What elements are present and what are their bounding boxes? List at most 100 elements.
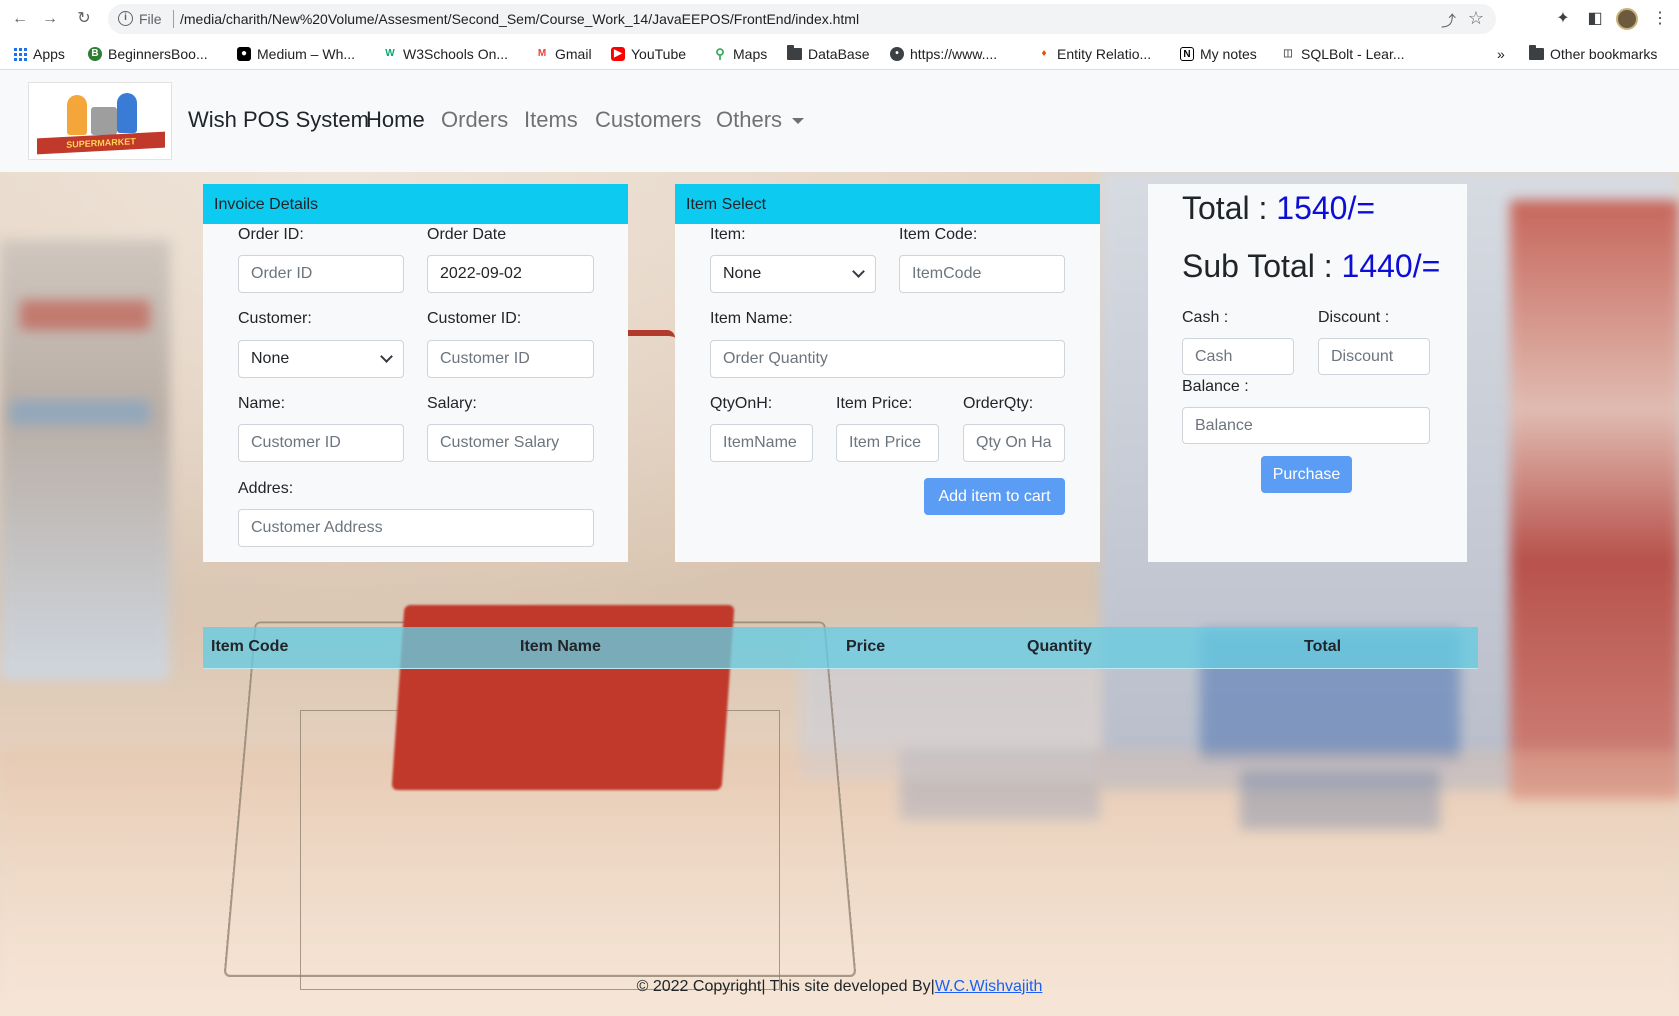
author-link[interactable]: W.C.Wishvajith: [935, 978, 1043, 995]
bookmark-w3schools[interactable]: W W3Schools On...: [383, 44, 508, 64]
globe-icon: •: [890, 47, 904, 61]
bookmark-label: Medium – Wh...: [257, 46, 356, 62]
share-icon[interactable]: ⤴: [1441, 10, 1456, 31]
bookmark-medium[interactable]: ● Medium – Wh...: [237, 44, 355, 64]
column-quantity: Quantity: [1027, 638, 1092, 655]
invoice-details-header: Invoice Details: [203, 184, 628, 224]
menu-kebab-icon[interactable]: ⋮: [1650, 9, 1670, 29]
nav-orders[interactable]: Orders: [441, 107, 508, 133]
gmail-icon: M: [537, 48, 547, 59]
discount-input[interactable]: [1318, 338, 1430, 375]
bookmark-star-icon[interactable]: ☆: [1468, 8, 1484, 29]
brand-name[interactable]: Wish POS System: [188, 107, 369, 133]
discount-label: Discount :: [1318, 309, 1390, 326]
item-select-value: None: [723, 265, 762, 282]
order-qty-input[interactable]: [963, 424, 1065, 462]
item-name-input[interactable]: [710, 340, 1065, 378]
caret-down-icon: [792, 118, 805, 125]
item-label: Item:: [710, 226, 746, 243]
bookmarks-bar: Apps B BeginnersBoo... ● Medium – Wh... …: [0, 38, 1679, 70]
order-date-input[interactable]: [427, 255, 594, 293]
bookmark-https[interactable]: • https://www....: [890, 44, 997, 64]
bookmark-label: Apps: [33, 46, 65, 62]
name-label: Name:: [238, 395, 286, 412]
cash-input[interactable]: [1182, 338, 1294, 375]
summary-card: Total : 1540/= Sub Total : 1440/= Cash :…: [1148, 184, 1467, 562]
bookmark-label: W3Schools On...: [403, 46, 509, 62]
order-id-input[interactable]: [238, 255, 404, 293]
customer-select[interactable]: None: [238, 340, 404, 378]
sub-total-label: Sub Total :: [1182, 248, 1333, 284]
customer-label: Customer:: [238, 310, 312, 327]
customer-address-input[interactable]: [238, 509, 594, 547]
total-label: Total :: [1182, 190, 1268, 226]
customer-salary-input[interactable]: [427, 424, 594, 462]
bookmark-label: Other bookmarks: [1550, 46, 1658, 62]
bookmark-label: DataBase: [808, 46, 870, 62]
bookmark-youtube[interactable]: ▶ YouTube: [611, 44, 686, 64]
address-label: Addres:: [238, 480, 294, 497]
back-icon[interactable]: ←: [10, 9, 30, 29]
bookmark-label: https://www....: [910, 46, 998, 62]
address-bar[interactable]: i File /media/charith/New%20Volume/Asses…: [108, 4, 1496, 34]
item-select-card: Item Select Item: None Item Code: Item N…: [675, 184, 1100, 562]
extensions-icon[interactable]: ✦: [1553, 9, 1573, 29]
bookmark-apps[interactable]: Apps: [14, 44, 65, 64]
item-select[interactable]: None: [710, 255, 876, 293]
column-item-name: Item Name: [520, 638, 601, 655]
bookmarks-overflow[interactable]: »: [1497, 44, 1505, 64]
bookmark-database[interactable]: DataBase: [787, 44, 869, 64]
bookmark-label: Entity Relatio...: [1057, 46, 1152, 62]
bookmark-beginnersbook[interactable]: B BeginnersBoo...: [88, 44, 208, 64]
qty-on-hand-label: QtyOnH:: [710, 395, 773, 412]
nav-others-dropdown[interactable]: Others: [716, 107, 805, 133]
customer-id-input[interactable]: [427, 340, 594, 378]
item-price-input[interactable]: [836, 424, 939, 462]
w3schools-icon: W: [385, 48, 395, 59]
bookmark-gmail[interactable]: M Gmail: [535, 44, 592, 64]
site-info-icon[interactable]: i: [118, 11, 133, 26]
nav-items[interactable]: Items: [524, 107, 578, 133]
cart-table-header: Item Code Item Name Price Quantity Total: [203, 627, 1478, 669]
other-bookmarks[interactable]: Other bookmarks: [1529, 44, 1657, 64]
logo-banner: SUPERMARKET: [37, 131, 165, 155]
supermarket-logo[interactable]: SUPERMARKET: [28, 82, 172, 160]
item-select-header: Item Select: [675, 184, 1100, 224]
sub-total-line: Sub Total : 1440/=: [1182, 248, 1440, 285]
bookmark-sqlbolt[interactable]: ◫ SQLBolt - Lear...: [1281, 44, 1404, 64]
column-price: Price: [846, 638, 886, 655]
url-separator: [173, 10, 174, 28]
qty-on-hand-input[interactable]: [710, 424, 813, 462]
nav-customers[interactable]: Customers: [595, 107, 701, 133]
url-text[interactable]: /media/charith/New%20Volume/Assesment/Se…: [180, 11, 859, 27]
bookmark-label: BeginnersBoo...: [108, 46, 208, 62]
invoice-details-card: Invoice Details Order ID: Order Date Cus…: [203, 184, 628, 562]
order-id-label: Order ID:: [238, 226, 304, 243]
balance-input[interactable]: [1182, 407, 1430, 444]
bookmark-notes[interactable]: N My notes: [1180, 44, 1257, 64]
reload-icon[interactable]: ↻: [74, 9, 94, 29]
purchase-button[interactable]: Purchase: [1261, 456, 1352, 493]
item-code-input[interactable]: [899, 255, 1065, 293]
bookmark-label: My notes: [1200, 46, 1257, 62]
total-amount: 1540/=: [1276, 190, 1376, 226]
order-date-label: Order Date: [427, 226, 507, 243]
bookmark-entity[interactable]: ♦ Entity Relatio...: [1037, 44, 1151, 64]
database-icon: ◫: [1283, 48, 1293, 59]
item-code-label: Item Code:: [899, 226, 978, 243]
sub-total-amount: 1440/=: [1341, 248, 1441, 284]
side-panel-icon[interactable]: ◧: [1585, 9, 1605, 29]
chevron-down-icon: [852, 265, 865, 278]
add-item-to-cart-button[interactable]: Add item to cart: [924, 478, 1065, 515]
customer-name-input[interactable]: [238, 424, 404, 462]
url-scheme: File: [139, 11, 162, 27]
folder-icon: [787, 45, 802, 60]
nav-home[interactable]: Home: [366, 107, 425, 133]
customer-select-value: None: [251, 350, 290, 367]
nav-others-label: Others: [716, 107, 783, 132]
forward-icon[interactable]: →: [40, 9, 60, 29]
medium-icon: ●: [237, 47, 251, 61]
cash-label: Cash :: [1182, 309, 1229, 326]
profile-avatar[interactable]: [1616, 8, 1638, 30]
bookmark-maps[interactable]: ⚲ Maps: [713, 44, 767, 64]
